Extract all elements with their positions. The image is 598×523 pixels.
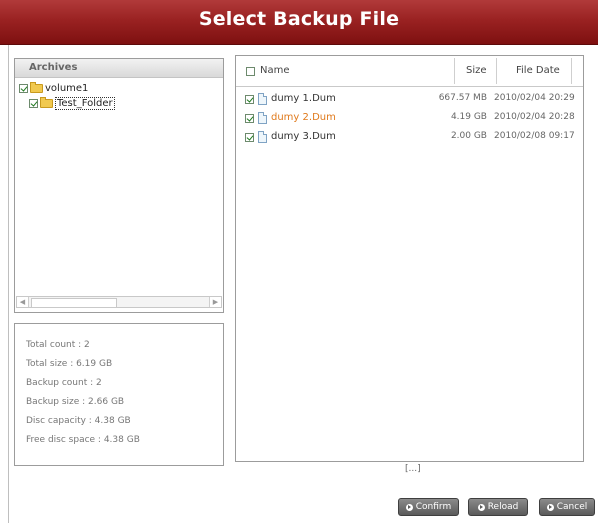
file-row[interactable]: dumy 1.Dum 667.57 MB 2010/02/04 20:29 bbox=[236, 92, 583, 108]
test-folder-checkbox[interactable] bbox=[29, 98, 38, 108]
disc-capacity: Disc capacity : 4.38 GB bbox=[26, 416, 131, 426]
select-all-checkbox[interactable] bbox=[246, 67, 255, 76]
column-header-file-date[interactable]: File Date bbox=[516, 56, 560, 86]
scroll-left-arrow-icon[interactable]: ◀ bbox=[17, 297, 29, 307]
confirm-button[interactable]: Confirm bbox=[398, 498, 459, 516]
backup-size: Backup size : 2.66 GB bbox=[26, 397, 125, 407]
column-divider bbox=[454, 58, 455, 84]
play-bullet-icon bbox=[405, 503, 413, 511]
confirm-button-label: Confirm bbox=[415, 502, 452, 512]
tree-item-test-folder[interactable]: Test_Folder bbox=[29, 96, 115, 110]
archives-panel: Archives volume1 Test_Folder ◀ ▶ bbox=[14, 58, 224, 313]
pagination[interactable]: [...] bbox=[405, 464, 421, 474]
file-row[interactable]: dumy 2.Dum 4.19 GB 2010/02/04 20:28 bbox=[236, 111, 583, 127]
column-header-size[interactable]: Size bbox=[466, 56, 487, 86]
free-disc-space: Free disc space : 4.38 GB bbox=[26, 435, 140, 445]
total-count: Total count : 2 bbox=[26, 340, 90, 350]
file-list-header: Name Size File Date bbox=[236, 56, 583, 87]
volume1-checkbox[interactable] bbox=[19, 83, 28, 93]
reload-button-label: Reload bbox=[487, 502, 519, 512]
cancel-button-label: Cancel bbox=[556, 502, 588, 512]
file-size: 667.57 MB bbox=[438, 93, 487, 103]
tree-item-label[interactable]: Test_Folder bbox=[55, 96, 115, 110]
scrollbar-thumb[interactable] bbox=[31, 298, 117, 308]
file-icon bbox=[258, 112, 267, 124]
dialog-title: Select Backup File bbox=[198, 8, 400, 30]
file-size: 2.00 GB bbox=[450, 131, 487, 141]
horizontal-scrollbar[interactable]: ◀ ▶ bbox=[16, 296, 222, 308]
archives-header: Archives bbox=[15, 59, 223, 78]
column-divider bbox=[571, 58, 572, 84]
file-name[interactable]: dumy 1.Dum bbox=[271, 93, 336, 104]
file-size: 4.19 GB bbox=[450, 112, 487, 122]
file-list-panel: Name Size File Date dumy 1.Dum 667.57 MB… bbox=[235, 55, 584, 462]
file-name[interactable]: dumy 2.Dum bbox=[271, 112, 336, 123]
file-checkbox[interactable] bbox=[245, 114, 254, 123]
folder-icon bbox=[40, 96, 53, 108]
file-date: 2010/02/08 09:17 bbox=[494, 131, 575, 141]
play-bullet-icon bbox=[477, 503, 485, 511]
file-date: 2010/02/04 20:29 bbox=[494, 93, 575, 103]
tree-item-label[interactable]: volume1 bbox=[45, 83, 88, 94]
folder-icon bbox=[30, 81, 43, 93]
file-date: 2010/02/04 20:28 bbox=[494, 112, 575, 122]
total-size: Total size : 6.19 GB bbox=[26, 359, 113, 369]
column-header-name[interactable]: Name bbox=[260, 56, 290, 86]
reload-button[interactable]: Reload bbox=[468, 498, 528, 516]
file-row[interactable]: dumy 3.Dum 2.00 GB 2010/02/08 09:17 bbox=[236, 130, 583, 146]
backup-count: Backup count : 2 bbox=[26, 378, 102, 388]
file-icon bbox=[258, 93, 267, 105]
tree-item-volume1[interactable]: volume1 bbox=[19, 81, 88, 95]
backup-info-panel: Total count : 2 Total size : 6.19 GB Bac… bbox=[14, 323, 224, 466]
scroll-right-arrow-icon[interactable]: ▶ bbox=[209, 297, 221, 307]
cancel-button[interactable]: Cancel bbox=[539, 498, 595, 516]
left-divider bbox=[8, 45, 9, 523]
file-checkbox[interactable] bbox=[245, 133, 254, 142]
column-divider bbox=[496, 58, 497, 84]
file-icon bbox=[258, 131, 267, 143]
file-name[interactable]: dumy 3.Dum bbox=[271, 131, 336, 142]
play-bullet-icon bbox=[546, 503, 554, 511]
title-bar: Select Backup File bbox=[0, 0, 598, 45]
file-checkbox[interactable] bbox=[245, 95, 254, 104]
